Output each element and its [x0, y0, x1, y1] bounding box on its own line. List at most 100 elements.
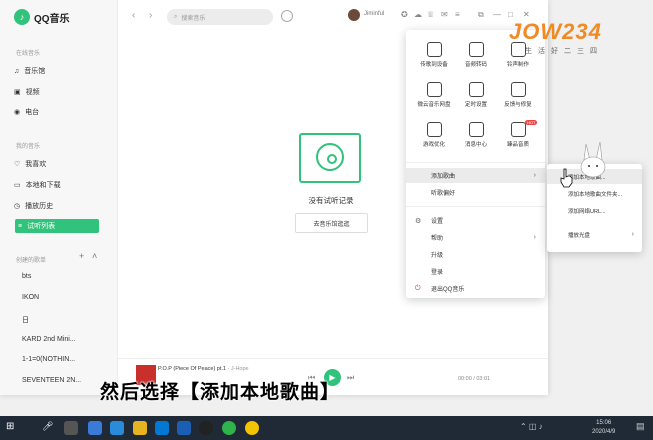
submenu-item-add-local-folder[interactable]: 添加本地歌曲文件夹... — [547, 186, 642, 201]
search-input[interactable]: ⌕ 搜索音乐 — [167, 9, 273, 25]
playlist-item[interactable]: 1-1=0(NOTHIN... — [22, 356, 75, 363]
next-icon[interactable]: ⏭ — [347, 373, 354, 383]
sidebar: ♪ QQ音乐 在线音乐 ♫ 音乐馆 ▣ 视频 ◉ 电台 我的音乐 ♡ 我喜欢 ▭… — [0, 0, 118, 395]
store-icon[interactable] — [155, 421, 169, 435]
menu-item-help[interactable]: 帮助 › — [406, 230, 545, 245]
sidebar-item-music-hall[interactable]: ♫ 音乐馆 — [14, 64, 100, 78]
chevron-right-icon: › — [533, 172, 536, 179]
qq-music-logo-icon: ♪ — [14, 9, 30, 25]
menu-icon[interactable]: ≡ — [455, 10, 460, 19]
forward-icon[interactable]: › — [149, 10, 152, 21]
phone-icon — [426, 42, 442, 57]
tile-cloud-disk[interactable]: 微云音乐网盘 — [414, 82, 454, 108]
tile-hq-sound[interactable]: 臻品音质 HOT — [498, 120, 538, 148]
empty-record-icon — [299, 133, 361, 183]
tile-timer[interactable]: 定时设置 — [456, 82, 496, 108]
now-playing: P.O.P (Piece Of Peace) pt.1 - J-Hope — [158, 366, 249, 372]
sidebar-item-liked[interactable]: ♡ 我喜欢 — [14, 157, 100, 171]
playlist-item[interactable]: SEVENTEEN 2N... — [22, 377, 81, 384]
menu-item-exit[interactable]: ⏻ 退出QQ音乐 — [406, 281, 545, 296]
mail-icon — [468, 122, 484, 137]
history-icon: ◷ — [14, 203, 21, 210]
monitor-icon: ▭ — [14, 182, 21, 189]
collapse-chevron-icon[interactable]: ˄ — [92, 251, 97, 261]
playlist-item[interactable]: bts — [22, 273, 31, 280]
wechat-icon[interactable] — [222, 421, 236, 435]
sidebar-item-local-download[interactable]: ▭ 本地和下载 — [14, 178, 100, 192]
app-logo: ♪ QQ音乐 — [14, 9, 70, 25]
playlist-item[interactable]: IKON — [22, 294, 39, 301]
maximize-icon[interactable]: □ — [508, 10, 513, 19]
menu-item-login[interactable]: 登录 — [406, 264, 545, 279]
music-note-icon: ♫ — [14, 67, 20, 75]
radio-icon: ◉ — [14, 109, 21, 116]
tile-transfer-device[interactable]: 传歌到设备 — [414, 42, 454, 68]
menu-item-preference[interactable]: 听歌偏好 — [406, 185, 545, 200]
song-artist[interactable]: - J-Hope — [226, 366, 249, 372]
hot-badge: HOT — [525, 120, 538, 125]
menu-item-upgrade[interactable]: 升级 — [406, 247, 545, 262]
tile-message-center[interactable]: 消息中心 — [456, 122, 496, 148]
tile-game-optimize[interactable]: 游戏优化 — [414, 122, 454, 148]
sidebar-item-trial-list[interactable]: ≡ 试听列表 — [15, 219, 99, 233]
submenu-item-play-disc[interactable]: 播放光盘 › — [547, 227, 642, 242]
windows-start-icon[interactable]: ⊞ — [6, 421, 14, 432]
top-bar: ‹ › ⌕ 搜索音乐 Jiminful ✪ ☁ ♕ ✉ ≡ ⧉ — □ ✕ — [118, 0, 548, 32]
add-playlist-icon[interactable]: + — [79, 251, 84, 261]
folder-icon[interactable] — [133, 421, 147, 435]
app-name: QQ音乐 — [34, 13, 70, 25]
chevron-right-icon: › — [533, 234, 536, 241]
watermark-slogan: 生活好二三四 — [525, 48, 603, 55]
skin-icon[interactable]: ☁ — [414, 10, 422, 19]
list-icon: ≡ — [18, 222, 23, 230]
avatar[interactable] — [348, 9, 360, 21]
main-menu-dropdown: 传歌到设备 音频转码 铃声制作 微云音乐网盘 定时设置 反馈与修复 游戏优化 消… — [406, 30, 545, 298]
heart-icon: ♡ — [14, 161, 21, 168]
chevron-right-icon: › — [631, 231, 634, 238]
play-time: 00:00 / 03:01 — [458, 376, 491, 382]
sidebar-item-video[interactable]: ▣ 视频 — [14, 85, 100, 99]
qq-icon[interactable] — [199, 421, 213, 435]
song-title[interactable]: P.O.P (Piece Of Peace) pt.1 — [158, 366, 226, 372]
username[interactable]: Jiminful — [364, 11, 384, 17]
menu-divider — [406, 162, 545, 163]
close-icon[interactable]: ✕ — [523, 10, 530, 19]
feedback-icon — [510, 82, 526, 97]
submenu-item-add-url[interactable]: 添加网络URL... — [547, 203, 642, 218]
voice-search-icon[interactable] — [281, 10, 293, 22]
qq-music-taskbar-icon[interactable] — [245, 421, 259, 435]
notification-icon[interactable]: ▤ — [636, 421, 645, 432]
sidebar-item-radio[interactable]: ◉ 电台 — [14, 105, 100, 119]
mail-top-icon[interactable]: ✉ — [441, 10, 448, 19]
sidebar-item-history[interactable]: ◷ 播放历史 — [14, 199, 100, 213]
menu-item-settings[interactable]: ⚙ 设置 — [406, 213, 545, 228]
menu-divider — [406, 206, 545, 207]
browser-icon[interactable] — [88, 421, 102, 435]
playlist-item[interactable]: KARD 2nd Mini... — [22, 336, 76, 343]
playlist-item[interactable]: 日 — [22, 315, 29, 325]
back-icon[interactable]: ‹ — [132, 10, 135, 21]
video-caption: 然后选择【添加本地歌曲】 — [100, 382, 341, 403]
tray-icons[interactable]: ⌃ ◫ ♪ — [520, 422, 543, 431]
taskbar-clock[interactable]: 15:06 2020/4/9 — [592, 419, 615, 437]
gamepad-icon — [426, 122, 442, 137]
mic-icon[interactable]: 🎤︎ — [42, 421, 53, 432]
clock-icon — [468, 82, 484, 97]
tile-audio-convert[interactable]: 音频转码 — [456, 42, 496, 68]
tshirt-icon[interactable]: ♕ — [427, 10, 434, 19]
word-icon[interactable] — [177, 421, 191, 435]
menu-item-add-song[interactable]: 添加歌曲 › — [406, 168, 545, 183]
minimize-icon[interactable]: — — [493, 10, 501, 19]
gear-icon: ⚙ — [415, 217, 422, 225]
power-icon: ⏻ — [415, 284, 421, 292]
task-view-icon[interactable] — [64, 421, 78, 435]
vip-icon[interactable]: ✪ — [401, 10, 408, 19]
tile-feedback[interactable]: 反馈与修复 — [498, 82, 538, 108]
desktop: ♪ QQ音乐 在线音乐 ♫ 音乐馆 ▣ 视频 ◉ 电台 我的音乐 ♡ 我喜欢 ▭… — [0, 0, 653, 416]
cloud-icon — [426, 82, 442, 97]
section-label-mine: 我的音乐 — [16, 144, 41, 150]
go-music-hall-button[interactable]: 去音乐馆逛逛 — [295, 213, 368, 233]
edge-icon[interactable] — [110, 421, 124, 435]
watermark-brand: JOW234 — [509, 19, 602, 44]
mini-mode-icon[interactable]: ⧉ — [478, 10, 484, 20]
